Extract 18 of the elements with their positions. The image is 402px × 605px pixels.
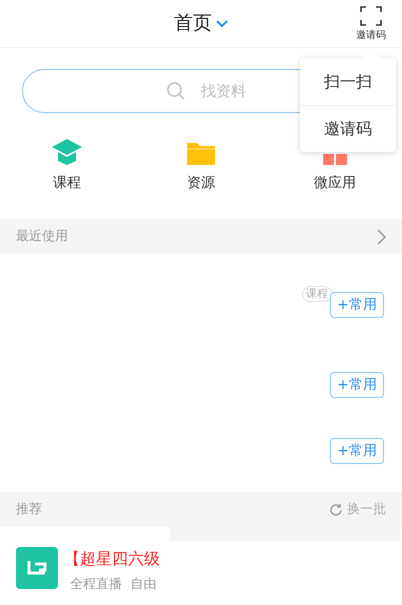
section-title: 最近使用 — [16, 228, 68, 246]
scan-icon[interactable] — [360, 6, 382, 26]
page-title[interactable]: 首页 — [174, 9, 212, 38]
search-icon — [167, 82, 185, 100]
refresh-icon[interactable] — [329, 502, 343, 516]
course-subtitle: 全程直播 自由 — [70, 576, 158, 594]
shortcut-label[interactable]: 课程 — [53, 173, 81, 194]
shortcut-label[interactable]: 资源 — [187, 173, 215, 194]
course-title[interactable]: 【超星四六级 — [70, 547, 172, 571]
section-title: 推荐 — [16, 500, 42, 519]
shortcut-label[interactable]: 微应用 — [314, 173, 356, 194]
course-logo-icon[interactable] — [16, 547, 58, 589]
menu-item[interactable]: 扫一扫 — [324, 70, 372, 94]
chevron-down-icon[interactable] — [216, 20, 228, 28]
menu-item[interactable]: 邀请码 — [324, 117, 372, 141]
scan-label[interactable]: 邀请码 — [356, 28, 386, 43]
chevron-right-icon[interactable] — [377, 228, 386, 244]
graduation-cap-icon[interactable] — [52, 137, 82, 165]
